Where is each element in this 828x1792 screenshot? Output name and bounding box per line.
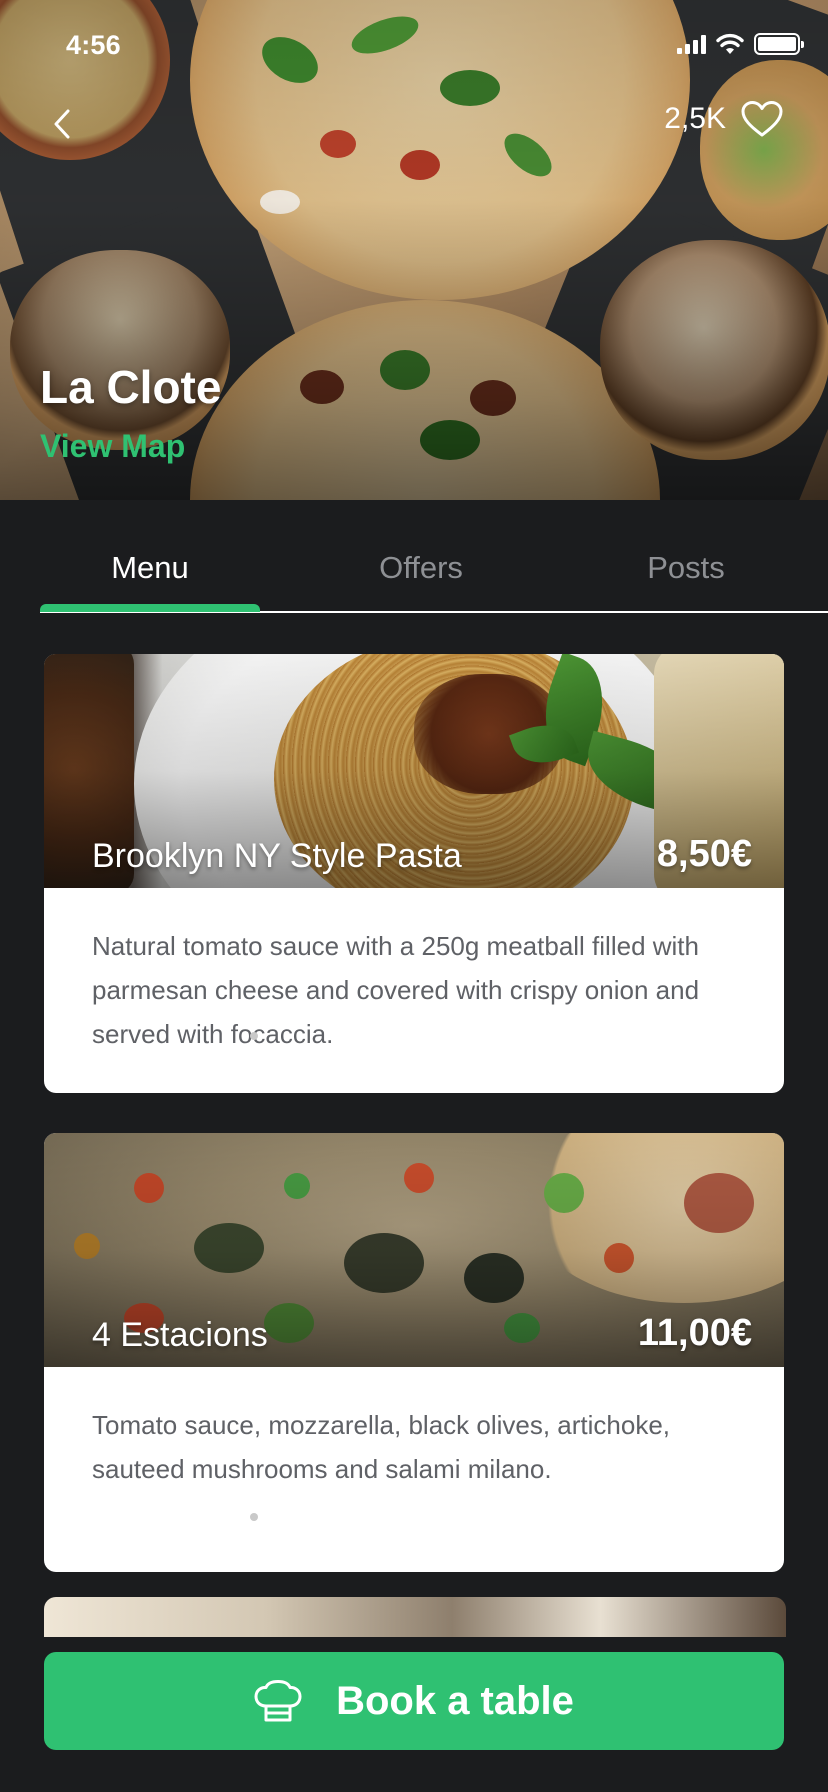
tab-offers[interactable]: Offers: [311, 550, 531, 586]
status-icons: [677, 33, 804, 55]
dish-image: Brooklyn NY Style Pasta 8,50€: [44, 654, 784, 888]
restaurant-screen: 4:56 2,5K La Clote View Map Menu Offers …: [0, 0, 828, 1792]
wifi-icon: [716, 33, 744, 54]
menu-item-card[interactable]: 4 Estacions 11,00€ Tomato sauce, mozzare…: [44, 1133, 784, 1572]
book-table-button[interactable]: Book a table: [44, 1652, 784, 1750]
tab-bar: Menu Offers Posts: [0, 500, 828, 614]
menu-item-card[interactable]: Brooklyn NY Style Pasta 8,50€ Natural to…: [44, 654, 784, 1093]
like-button[interactable]: 2,5K: [664, 100, 784, 138]
dish-price: 11,00€: [637, 1312, 752, 1354]
dish-description: Tomato sauce, mozzarella, black olives, …: [92, 1410, 671, 1484]
signal-icon: [677, 34, 706, 54]
tab-menu[interactable]: Menu: [40, 550, 260, 586]
hero-image: 4:56 2,5K La Clote View Map: [0, 0, 828, 500]
book-table-label: Book a table: [336, 1678, 574, 1723]
scroll-dot: [250, 1032, 258, 1040]
dish-name: Brooklyn NY Style Pasta: [92, 837, 462, 875]
dish-price: 8,50€: [656, 833, 752, 875]
scroll-dot: [250, 1513, 258, 1521]
battery-icon: [754, 33, 804, 55]
chef-hat-icon: [254, 1680, 302, 1722]
view-map-link[interactable]: View Map: [40, 428, 185, 465]
back-button[interactable]: [46, 104, 78, 144]
status-time: 4:56: [66, 30, 121, 60]
active-tab-indicator: [40, 604, 260, 612]
dish-description: Natural tomato sauce with a 250g meatbal…: [92, 931, 700, 1049]
menu-item-card-peek[interactable]: [44, 1597, 786, 1637]
chevron-left-icon: [54, 109, 70, 139]
heart-outline-icon: [741, 101, 783, 137]
restaurant-name: La Clote: [40, 361, 222, 413]
dish-image: 4 Estacions 11,00€: [44, 1133, 784, 1367]
dish-name: 4 Estacions: [92, 1316, 268, 1354]
tab-posts[interactable]: Posts: [576, 550, 796, 586]
likes-count: 2,5K: [664, 102, 726, 135]
